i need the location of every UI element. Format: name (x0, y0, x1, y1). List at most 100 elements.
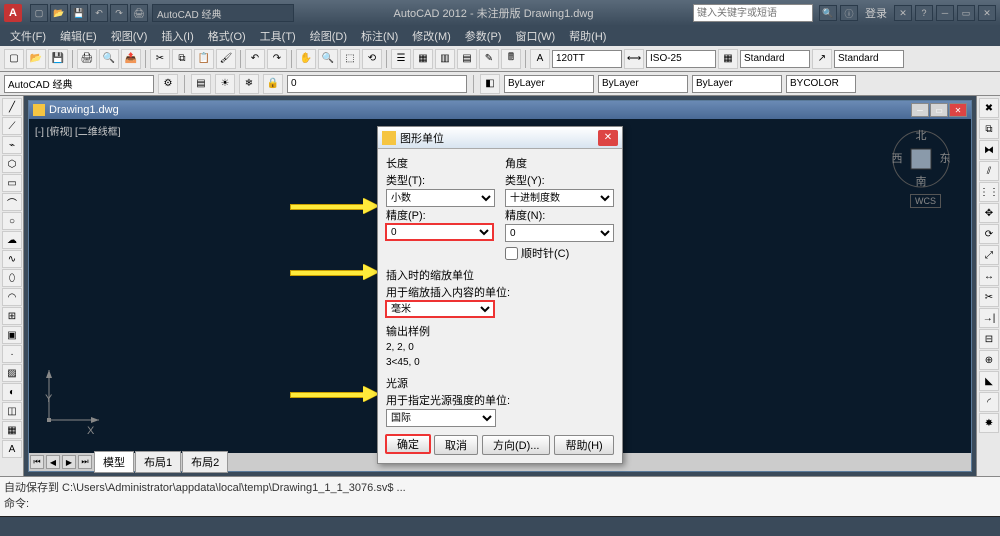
light-unit-select[interactable]: 国际 (386, 409, 496, 427)
menu-file[interactable]: 文件(F) (4, 26, 52, 46)
paste-icon[interactable]: 📋 (194, 49, 214, 69)
exchange-icon[interactable]: ✕ (894, 5, 912, 21)
menu-modify[interactable]: 修改(M) (406, 26, 457, 46)
layer-states-icon[interactable]: ☀ (215, 74, 235, 94)
undo-icon[interactable]: ↶ (245, 49, 265, 69)
mleader-icon[interactable]: ↗ (812, 49, 832, 69)
tab-last-icon[interactable]: ⏭ (78, 455, 92, 469)
new-icon[interactable]: ▢ (4, 49, 24, 69)
zoom-icon[interactable]: 🔍 (318, 49, 338, 69)
mirror-icon[interactable]: ⧓ (979, 140, 999, 160)
rotate-icon[interactable]: ⟳ (979, 224, 999, 244)
lineweight-combo[interactable] (692, 75, 782, 93)
tab-prev-icon[interactable]: ◀ (46, 455, 60, 469)
menu-format[interactable]: 格式(O) (202, 26, 252, 46)
angle-precision-select[interactable]: 0 (505, 224, 614, 242)
text-icon[interactable]: A (530, 49, 550, 69)
dialog-titlebar[interactable]: 图形单位 ✕ (378, 127, 622, 149)
region-icon[interactable]: ◫ (2, 402, 22, 420)
ok-button[interactable]: 确定 (385, 434, 431, 454)
markup-icon[interactable]: ✎ (479, 49, 499, 69)
polyline-icon[interactable]: ⌁ (2, 136, 22, 154)
viewport-label[interactable]: [-] [俯视] [二维线框] (35, 123, 121, 138)
spline-icon[interactable]: ∿ (2, 250, 22, 268)
matchprop-icon[interactable]: 🖌 (216, 49, 236, 69)
rectangle-icon[interactable]: ▭ (2, 174, 22, 192)
open-icon[interactable]: 📂 (50, 4, 68, 22)
move-icon[interactable]: ✥ (979, 203, 999, 223)
properties-icon[interactable]: ☰ (391, 49, 411, 69)
insert-icon[interactable]: ⊞ (2, 307, 22, 325)
save-icon[interactable]: 💾 (48, 49, 68, 69)
gradient-icon[interactable]: ◐ (2, 383, 22, 401)
trim-icon[interactable]: ✂ (979, 287, 999, 307)
workspace-combo[interactable] (4, 75, 154, 93)
length-type-select[interactable]: 小数 (386, 189, 495, 207)
line-icon[interactable]: ╱ (2, 98, 22, 116)
tablestyle-combo[interactable] (740, 50, 810, 68)
textstyle-combo[interactable] (552, 50, 622, 68)
circle-icon[interactable]: ○ (2, 212, 22, 230)
document-titlebar[interactable]: Drawing1.dwg ─ ▭ ✕ (29, 101, 971, 119)
break-icon[interactable]: ⊟ (979, 329, 999, 349)
help-icon[interactable]: ? (915, 5, 933, 21)
mtext-icon[interactable]: A (2, 440, 22, 458)
ellipsearc-icon[interactable]: ◠ (2, 288, 22, 306)
linetype-combo[interactable] (598, 75, 688, 93)
layer-freeze-icon[interactable]: ❄ (239, 74, 259, 94)
xline-icon[interactable]: ⟋ (2, 117, 22, 135)
tab-layout2[interactable]: 布局2 (182, 451, 228, 473)
fillet-icon[interactable]: ◜ (979, 392, 999, 412)
view-cube[interactable]: 北 南 西 东 (891, 129, 951, 189)
menu-insert[interactable]: 插入(I) (155, 26, 199, 46)
infocenter-icon[interactable]: ⓘ (840, 5, 858, 21)
maximize-button[interactable]: ▭ (957, 5, 975, 21)
open-icon[interactable]: 📂 (26, 49, 46, 69)
tab-next-icon[interactable]: ▶ (62, 455, 76, 469)
plotstyle-combo[interactable] (786, 75, 856, 93)
array-icon[interactable]: ⋮⋮ (979, 182, 999, 202)
hatch-icon[interactable]: ▨ (2, 364, 22, 382)
quickcalc-icon[interactable]: 🖩 (501, 49, 521, 69)
tab-first-icon[interactable]: ⏮ (30, 455, 44, 469)
offset-icon[interactable]: ⫽ (979, 161, 999, 181)
doc-close-button[interactable]: ✕ (949, 103, 967, 117)
stretch-icon[interactable]: ↔ (979, 266, 999, 286)
clockwise-checkbox[interactable]: 顺时针(C) (505, 245, 614, 261)
dimstyle-combo[interactable] (646, 50, 716, 68)
menu-tools[interactable]: 工具(T) (254, 26, 302, 46)
zoom-window-icon[interactable]: ⬚ (340, 49, 360, 69)
chamfer-icon[interactable]: ◣ (979, 371, 999, 391)
menu-view[interactable]: 视图(V) (105, 26, 154, 46)
plot-icon[interactable]: 🖨 (77, 49, 97, 69)
menu-parametric[interactable]: 参数(P) (459, 26, 508, 46)
revcloud-icon[interactable]: ☁ (2, 231, 22, 249)
save-icon[interactable]: 💾 (70, 4, 88, 22)
app-icon[interactable]: A (4, 4, 22, 22)
close-button[interactable]: ✕ (978, 5, 996, 21)
cancel-button[interactable]: 取消 (434, 435, 478, 455)
erase-icon[interactable]: ✖ (979, 98, 999, 118)
layer-props-icon[interactable]: ▤ (191, 74, 211, 94)
table-icon[interactable]: ▦ (718, 49, 738, 69)
search-icon[interactable]: 🔍 (819, 5, 837, 21)
new-icon[interactable]: ▢ (30, 4, 48, 22)
cut-icon[interactable]: ✂ (150, 49, 170, 69)
ellipse-icon[interactable]: ⬯ (2, 269, 22, 287)
layer-lock-icon[interactable]: 🔒 (263, 74, 283, 94)
arc-icon[interactable]: ⌒ (2, 193, 22, 211)
menu-edit[interactable]: 编辑(E) (54, 26, 103, 46)
undo-icon[interactable]: ↶ (90, 4, 108, 22)
insert-unit-select[interactable]: 毫米 (385, 300, 495, 318)
menu-help[interactable]: 帮助(H) (563, 26, 612, 46)
doc-minimize-button[interactable]: ─ (911, 103, 929, 117)
doc-maximize-button[interactable]: ▭ (930, 103, 948, 117)
color-combo[interactable] (504, 75, 594, 93)
tab-model[interactable]: 模型 (94, 451, 134, 473)
zoom-prev-icon[interactable]: ⟲ (362, 49, 382, 69)
print-icon[interactable]: 🖨 (130, 4, 148, 22)
color-icon[interactable]: ◧ (480, 74, 500, 94)
table-icon[interactable]: ▦ (2, 421, 22, 439)
mlstyle-combo[interactable] (834, 50, 904, 68)
command-line[interactable]: 自动保存到 C:\Users\Administrator\appdata\loc… (0, 476, 1000, 516)
